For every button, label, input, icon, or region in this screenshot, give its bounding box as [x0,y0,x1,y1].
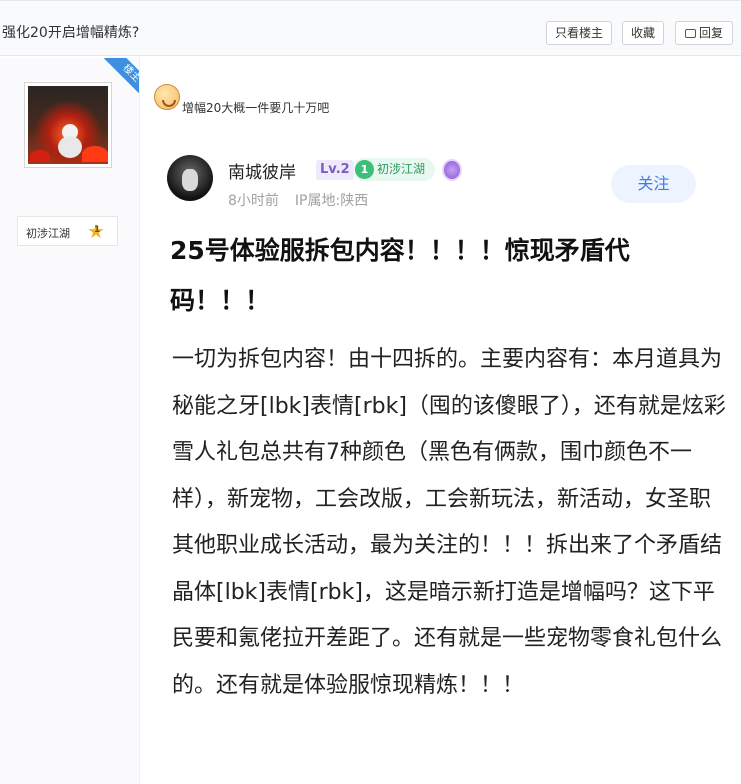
post-meta: 8小时前 IP属地:陕西 [228,190,368,210]
rank-badge-label: 初涉江湖 [377,162,426,176]
post-time: 8小时前 [228,193,279,209]
post-reply-text: 增幅20大概一件要几十万吧 [182,101,330,115]
fire-shape-left [30,150,50,162]
reply-button-label: 回复 [698,26,723,40]
embedded-user-avatar[interactable] [167,155,213,201]
only-op-button[interactable]: 只看楼主 [546,21,612,45]
avatar-image [28,86,108,164]
level-name: 初涉江湖 [26,227,70,240]
embedded-post-body: 一切为拆包内容！由十四拆的。主要内容有：本月道具为秘能之牙[lbk]表情[rbk… [172,347,726,698]
user-level-badge: Lv.2 [316,160,354,180]
author-level-box[interactable]: 初涉江湖 ★ 1 [17,216,118,246]
rank-badge: 1 初涉江湖 [353,158,435,181]
author-avatar[interactable] [24,82,112,168]
reply-button[interactable]: 回复 [675,21,733,45]
ip-location: IP属地:陕西 [294,193,369,209]
level-number: 1 [94,225,101,235]
rank-badge-icon: 1 [355,160,374,179]
thread-title: 强化20开启增幅精炼? [2,25,140,41]
embedded-post-title: 25号体验服拆包内容！！！！惊现矛盾代码！！！ [170,236,630,315]
reply-icon [684,29,696,38]
follow-button[interactable]: 关注 [611,165,696,203]
snowman-body-shape [58,136,82,158]
emoji-face-icon [154,84,180,110]
fire-shape [82,146,108,162]
favorite-button[interactable]: 收藏 [622,21,664,45]
embedded-username[interactable]: 南城彼岸 [228,158,296,183]
medal-icon [442,159,462,181]
thread-header-bar: 强化20开启增幅精炼? 只看楼主 收藏 回复 [0,0,741,56]
